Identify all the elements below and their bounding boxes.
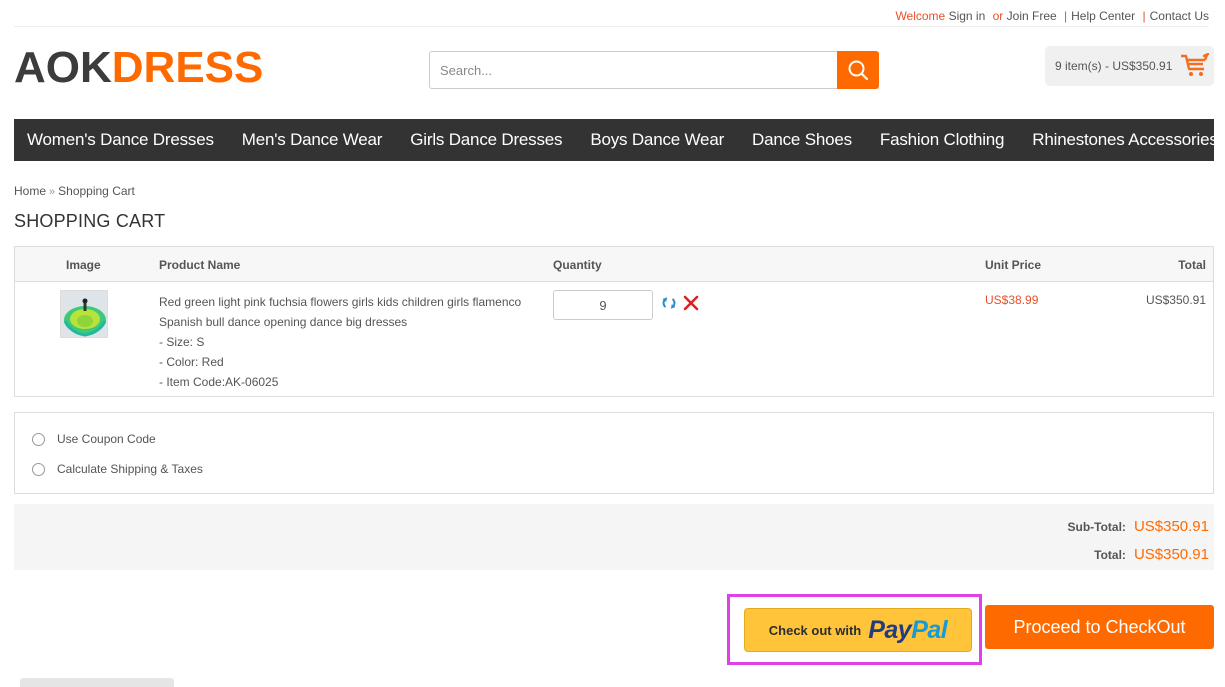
search-button[interactable] [837,51,879,89]
separator: | [1064,9,1068,23]
bottom-partial-element [20,678,174,687]
paypal-logo-pay: Pay [868,615,912,644]
total-label: Total: [1094,548,1126,562]
paypal-checkout-button[interactable]: Check out with PayPal [744,608,972,652]
cart-options: Use Coupon Code Calculate Shipping & Tax… [14,412,1214,494]
shopping-cart-icon [1181,53,1210,76]
nav-dance-shoes[interactable]: Dance Shoes [752,130,852,150]
table-row: Red green light pink fuchsia flowers gir… [15,283,1213,397]
mini-cart-button[interactable]: 9 item(s) - US$350.91 [1045,46,1214,86]
total-line: Total: US$350.91 [1094,546,1209,563]
search-bar [429,51,879,89]
logo-part-aok: AOK [14,43,112,92]
search-icon [848,60,869,81]
page-title: SHOPPING CART [14,211,166,231]
paypal-logo-pal: Pal [911,615,948,644]
contact-us-link[interactable]: Contact Us [1150,9,1209,23]
subtotal-line: Sub-Total: US$350.91 [1068,518,1210,535]
nav-womens-dance-dresses[interactable]: Women's Dance Dresses [27,130,214,150]
cart-summary: 9 item(s) - US$350.91 [1055,59,1173,73]
sign-in-link[interactable]: Sign in [949,9,986,23]
site-logo[interactable]: AOKDRESS [14,44,263,92]
nav-girls-dance-dresses[interactable]: Girls Dance Dresses [410,130,562,150]
coupon-radio[interactable] [32,432,45,446]
main-navigation: Women's Dance Dresses Men's Dance Wear G… [14,119,1218,161]
subtotal-value: US$350.91 [1133,518,1209,535]
shipping-label: Calculate Shipping & Taxes [57,462,203,476]
quantity-input[interactable] [553,290,653,320]
top-bar: Welcome Sign in or Join Free | Help Cente… [14,0,1209,27]
column-header-image: Image [66,258,101,272]
product-name-link[interactable]: Red green light pink fuchsia flowers gir… [159,295,521,329]
search-input[interactable] [429,51,839,89]
cart-totals: Sub-Total: US$350.91 Total: US$350.91 [14,504,1214,570]
shipping-radio[interactable] [32,462,45,476]
paypal-logo: PayPal [868,615,948,645]
proceed-to-checkout-button[interactable]: Proceed to CheckOut [985,605,1214,649]
nav-mens-dance-wear[interactable]: Men's Dance Wear [242,130,383,150]
separator: | [1142,9,1146,23]
welcome-text: Welcome [895,9,946,23]
product-color: - Color: Red [159,355,224,369]
product-thumbnail[interactable] [60,290,108,338]
breadcrumb: Home» Shopping Cart [14,184,135,198]
breadcrumb-home[interactable]: Home [14,184,46,198]
cart-table: Image Product Name Quantity Unit Price T… [14,246,1214,397]
logo-part-dress: DRESS [111,43,264,92]
paypal-prefix: Check out with [768,622,862,638]
remove-icon[interactable] [683,295,699,311]
product-name-line-1: Red green light pink fuchsia flowers gir… [159,295,522,309]
subtotal-label: Sub-Total: [1067,520,1126,534]
product-size: - Size: S [159,335,205,349]
coupon-label: Use Coupon Code [57,432,156,446]
help-center-link[interactable]: Help Center [1071,9,1135,23]
shipping-option[interactable]: Calculate Shipping & Taxes [32,462,203,476]
or-text: or [992,9,1004,23]
nav-boys-dance-wear[interactable]: Boys Dance Wear [590,130,724,150]
nav-fashion-clothing[interactable]: Fashion Clothing [880,130,1005,150]
column-header-quantity: Quantity [553,258,602,272]
total-value: US$350.91 [1133,546,1209,563]
cart-table-header: Image Product Name Quantity Unit Price T… [15,247,1213,282]
account-links: Welcome Sign in or Join Free | Help Cente… [891,9,1209,23]
breadcrumb-current[interactable]: Shopping Cart [58,184,135,198]
product-item-code: - Item Code:AK-06025 [159,375,279,389]
breadcrumb-separator: » [49,186,56,198]
row-total: US$350.91 [1145,293,1206,307]
product-image [61,291,107,337]
product-name-line-2: Spanish bull dance opening dance big dre… [159,315,408,329]
refresh-icon[interactable] [662,296,676,310]
unit-price: US$38.99 [985,293,1039,307]
join-free-link[interactable]: Join Free [1007,9,1057,23]
column-header-unit-price: Unit Price [985,258,1042,272]
nav-rhinestones-accessories[interactable]: Rhinestones Accessories [1032,130,1218,150]
column-header-product-name: Product Name [159,258,241,272]
column-header-total: Total [1178,258,1206,272]
product-details: Red green light pink fuchsia flowers gir… [159,292,539,392]
coupon-option[interactable]: Use Coupon Code [32,432,156,446]
